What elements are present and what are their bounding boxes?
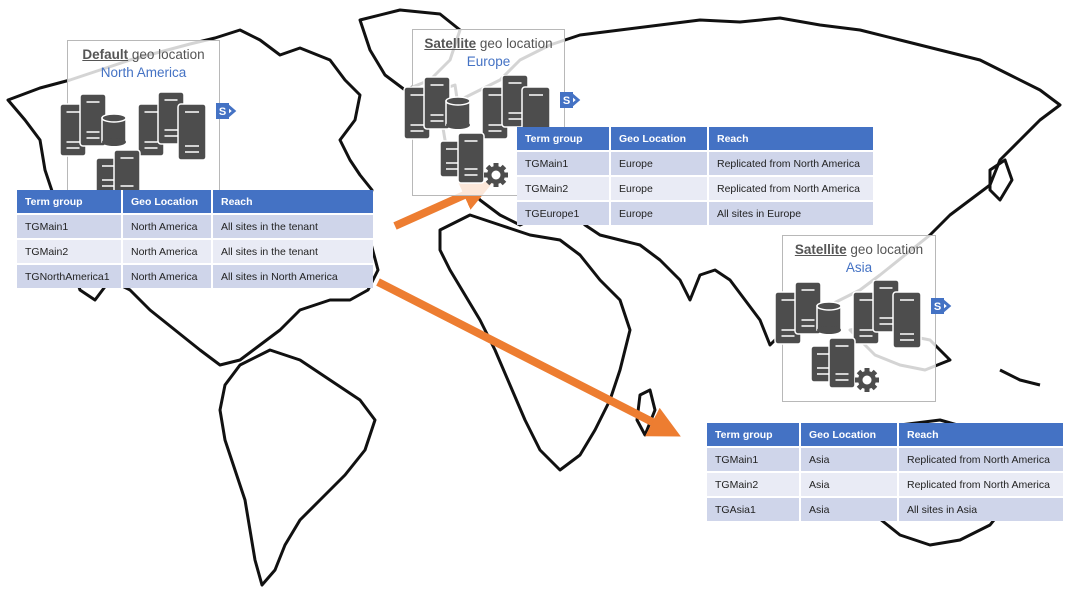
table-row: TGMain1 Asia Replicated from North America [707, 446, 1063, 472]
cell-reach: Replicated from North America [708, 150, 873, 176]
cell-term-group: TGMain2 [707, 471, 801, 497]
cell-geo-location: Europe [610, 200, 709, 225]
table-row: TGMain1 Europe Replicated from North Ameri… [517, 150, 873, 176]
header-term-group: Term group [707, 423, 801, 447]
cell-term-group: TGNorthAmerica1 [17, 263, 123, 288]
server-icon [892, 291, 922, 349]
geo-kind-label: Satellite [794, 242, 847, 257]
header-term-group: Term group [517, 127, 611, 151]
table-header-row: Term group Geo Location Reach [517, 127, 873, 151]
cell-geo-location: North America [122, 238, 213, 264]
cell-reach: All sites in Asia [898, 496, 1063, 521]
header-geo-location: Geo Location [800, 423, 899, 447]
cell-reach: All sites in the tenant [212, 238, 373, 264]
table-row: TGMain1 North America All sites in the ten… [17, 213, 373, 239]
database-icon [816, 301, 842, 334]
server-icon [828, 337, 856, 389]
gear-icon [855, 368, 879, 392]
header-reach: Reach [212, 190, 373, 214]
geo-suffix-label: geo location [128, 47, 205, 62]
cell-reach: Replicated from North America [708, 175, 873, 201]
cell-term-group: TGMain1 [517, 150, 611, 176]
header-term-group: Term group [17, 190, 123, 214]
cell-geo-location: Asia [800, 496, 899, 521]
cell-geo-location: Europe [610, 175, 709, 201]
table-row: TGMain2 Asia Replicated from North America [707, 471, 1063, 497]
cell-geo-location: Europe [610, 150, 709, 176]
header-reach: Reach [708, 127, 873, 151]
cell-reach: Replicated from North America [898, 471, 1063, 497]
server-cluster-asia [773, 279, 933, 415]
geo-box-title: Default geo location [68, 47, 219, 62]
svg-text:S: S [219, 106, 226, 118]
sharepoint-icon: S [559, 89, 581, 111]
cell-geo-location: Asia [800, 446, 899, 472]
cell-reach: All sites in the tenant [212, 213, 373, 239]
island-madagascar [635, 388, 657, 437]
cell-term-group: TGMain1 [707, 446, 801, 472]
table-row: TGAsia1 Asia All sites in Asia [707, 496, 1063, 521]
sharepoint-icon: S [930, 295, 952, 317]
server-cluster-north-america [58, 91, 218, 201]
geo-box-title: Satellite geo location [783, 242, 935, 257]
islands-pacific [999, 368, 1041, 387]
gear-icon [484, 163, 508, 187]
server-icon [113, 149, 141, 201]
geo-name-label: Europe [466, 54, 511, 69]
term-group-table-north-america: Term group Geo Location Reach TGMain1 Nor… [17, 190, 373, 288]
geo-suffix-label: geo location [476, 36, 553, 51]
cell-reach: All sites in Europe [708, 200, 873, 225]
cell-geo-location: North America [122, 213, 213, 239]
header-geo-location: Geo Location [122, 190, 213, 214]
geo-suffix-label: geo location [846, 242, 924, 257]
cell-geo-location: North America [122, 263, 213, 288]
svg-text:S: S [563, 95, 570, 107]
table-header-row: Term group Geo Location Reach [707, 423, 1063, 447]
server-icon [457, 132, 485, 184]
term-group-table-europe: Term group Geo Location Reach TGMain1 Eur… [517, 127, 873, 225]
continent-africa [438, 213, 632, 472]
cell-reach: Replicated from North America [898, 446, 1063, 472]
cell-term-group: TGAsia1 [707, 496, 801, 521]
header-reach: Reach [898, 423, 1063, 447]
cell-term-group: TGMain2 [517, 175, 611, 201]
geo-name-label: Asia [845, 260, 873, 275]
table-row: TGNorthAmerica1 North America All sites in… [17, 263, 373, 288]
svg-text:S: S [934, 301, 941, 313]
geo-box-title: Satellite geo location [413, 36, 564, 51]
continent-south-america [218, 348, 377, 587]
database-icon [445, 96, 471, 129]
sharepoint-icon: S [215, 100, 237, 122]
server-icon [177, 103, 207, 161]
table-row: TGMain2 Europe Replicated from North Ameri… [517, 175, 873, 201]
cell-geo-location: Asia [800, 471, 899, 497]
table-header-row: Term group Geo Location Reach [17, 190, 373, 214]
table-row: TGEurope1 Europe All sites in Europe [517, 200, 873, 225]
geo-name-label: North America [100, 65, 187, 80]
cell-term-group: TGMain1 [17, 213, 123, 239]
table-row: TGMain2 North America All sites in the ten… [17, 238, 373, 264]
database-icon [101, 113, 127, 146]
header-geo-location: Geo Location [610, 127, 709, 151]
cell-term-group: TGMain2 [17, 238, 123, 264]
geo-kind-label: Satellite [424, 36, 477, 51]
cell-term-group: TGEurope1 [517, 200, 611, 225]
geo-kind-label: Default [82, 47, 129, 62]
term-group-table-asia: Term group Geo Location Reach TGMain1 Asi… [707, 423, 1063, 521]
cell-reach: All sites in North America [212, 263, 373, 288]
